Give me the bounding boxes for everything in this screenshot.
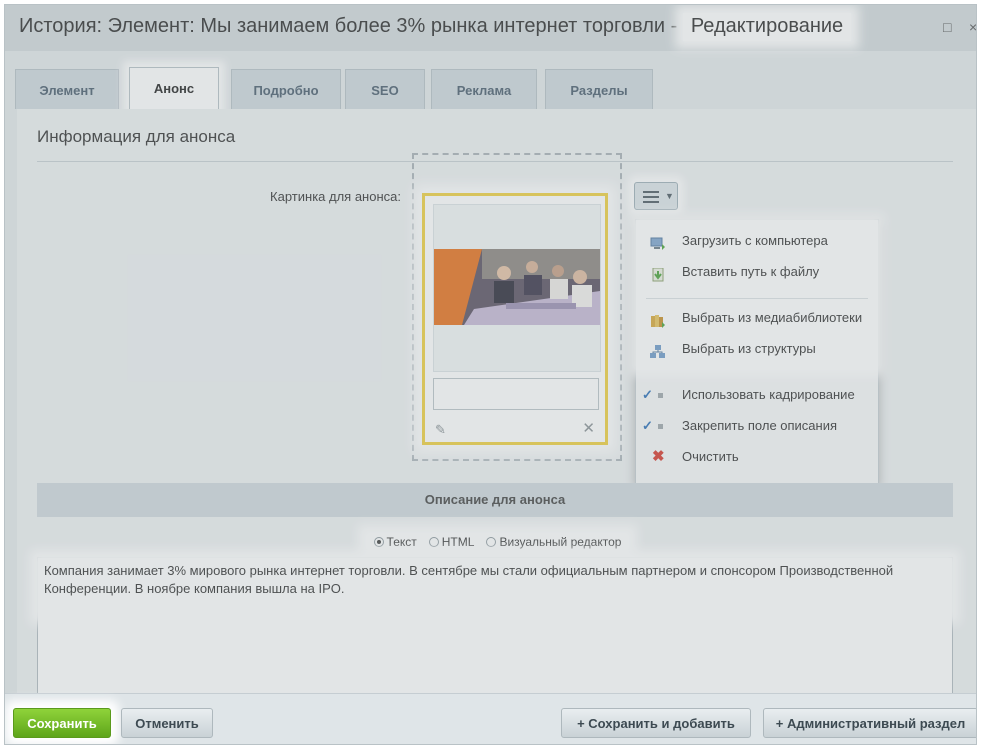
image-preview-card: ✎ ✕ <box>422 193 608 445</box>
menu-item-label: Очистить <box>682 449 739 464</box>
description-header: Описание для анонса <box>37 483 953 517</box>
menu-item-use-crop[interactable]: ✓ Использовать кадрирование <box>636 382 878 408</box>
menu-item-label: Выбрать из медиабиблиотеки <box>682 310 863 325</box>
check-icon: ✓ <box>642 418 653 433</box>
menu-item-file-path[interactable]: Вставить путь к файлу <box>636 259 878 285</box>
menu-item-label: Загрузить с компьютера <box>682 233 828 248</box>
radio-label: Визуальный редактор <box>499 535 622 549</box>
delete-icon[interactable]: ✕ <box>582 419 595 437</box>
section-title: Информация для анонса <box>37 127 236 146</box>
image-description-input[interactable] <box>433 378 599 410</box>
structure-icon <box>650 342 666 358</box>
radio-visual-editor[interactable]: Визуальный редактор <box>486 535 621 549</box>
admin-section-button[interactable]: + Административный раздел <box>763 708 976 738</box>
plus-icon: + <box>775 716 784 731</box>
file-path-icon <box>650 265 666 282</box>
save-button[interactable]: Сохранить <box>13 708 111 738</box>
menu-item-structure[interactable]: Выбрать из структуры <box>636 336 878 362</box>
tab-seo[interactable]: SEO <box>345 69 425 109</box>
cancel-button[interactable]: Отменить <box>121 708 213 738</box>
check-icon: ✓ <box>642 387 653 402</box>
pencil-icon[interactable]: ✎ <box>435 422 446 438</box>
radio-icon <box>428 537 439 547</box>
radio-label: Текст <box>386 535 417 549</box>
radio-html[interactable]: HTML <box>428 535 475 549</box>
close-icon[interactable]: × <box>969 19 976 35</box>
picture-label: Картинка для анонса: <box>270 189 401 204</box>
chevron-down-icon: ▼ <box>665 191 674 201</box>
clear-icon: ✖ <box>652 448 665 465</box>
tab-element[interactable]: Элемент <box>15 69 119 109</box>
edit-window: История: Элемент: Мы занимаем более 3% р… <box>4 4 977 745</box>
radio-text[interactable]: Текст <box>373 535 417 549</box>
image-menu-button[interactable]: ▼ <box>634 182 678 210</box>
menu-separator <box>646 298 868 299</box>
image-source-menu: Загрузить с компьютера Вставить путь к ф… <box>635 219 879 485</box>
button-label: Сохранить и добавить <box>588 716 735 731</box>
menu-item-label: Закрепить поле описания <box>682 418 838 433</box>
menu-item-upload-computer[interactable]: Загрузить с компьютера <box>636 228 878 254</box>
menu-item-label: Вставить путь к файлу <box>682 264 820 279</box>
radio-icon <box>486 537 497 547</box>
menu-item-clear[interactable]: ✖ Очистить <box>636 444 878 470</box>
tab-sections[interactable]: Разделы <box>545 69 653 109</box>
window-titlebar: История: Элемент: Мы занимаем более 3% р… <box>5 5 976 51</box>
footer-bar: Сохранить Отменить + Сохранить и добавит… <box>5 693 976 744</box>
tab-content: Информация для анонса Картинка для анонс… <box>17 109 976 717</box>
bullet-icon <box>658 424 663 429</box>
medialibrary-icon <box>650 311 666 328</box>
window-title-main: История: Элемент: Мы занимаем более 3% р… <box>19 15 683 37</box>
menu-item-label: Использовать кадрирование <box>682 387 855 402</box>
tab-announce[interactable]: Анонс <box>129 67 219 111</box>
tab-details[interactable]: Подробно <box>231 69 341 109</box>
button-label: Административный раздел <box>786 716 966 731</box>
save-and-add-button[interactable]: + Сохранить и добавить <box>561 708 751 738</box>
menu-item-label: Выбрать из структуры <box>682 341 816 356</box>
bullet-icon <box>658 393 663 398</box>
announce-photo[interactable] <box>434 249 600 325</box>
plus-icon: + <box>577 716 585 731</box>
tab-advertising[interactable]: Реклама <box>431 69 537 109</box>
description-text: Компания занимает 3% мирового рынка инте… <box>44 563 894 596</box>
window-title: История: Элемент: Мы занимаем более 3% р… <box>19 13 852 41</box>
menu-item-pin-description[interactable]: ✓ Закрепить поле описания <box>636 413 878 439</box>
window-title-mode: Редактирование <box>682 13 852 41</box>
editor-mode-radios: Текст HTML Визуальный редактор <box>17 535 976 549</box>
computer-upload-icon <box>650 234 666 250</box>
image-frame <box>433 204 601 372</box>
menu-item-medialibrary[interactable]: Выбрать из медиабиблиотеки <box>636 305 878 331</box>
radio-selected-icon <box>373 537 384 547</box>
radio-label: HTML <box>441 535 475 549</box>
hamburger-icon <box>643 191 659 206</box>
maximize-icon[interactable]: □ <box>943 19 951 35</box>
